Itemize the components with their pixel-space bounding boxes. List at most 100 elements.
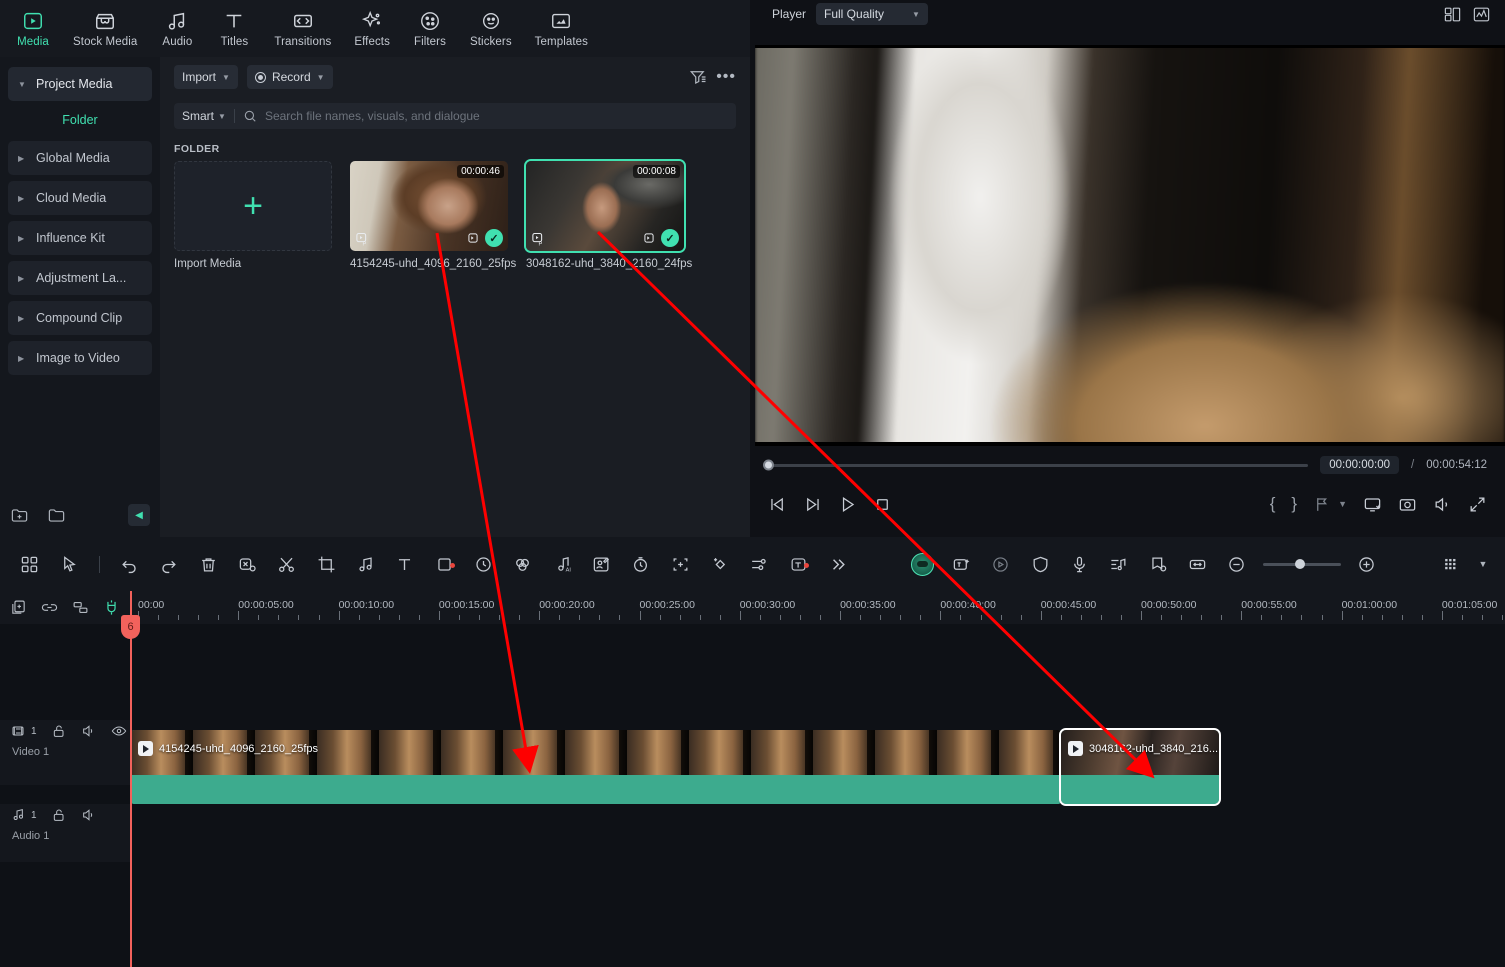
ai-text-button[interactable] [779, 555, 818, 574]
collapse-sidebar-button[interactable]: ◀ [128, 504, 150, 526]
freeze-frame-button[interactable] [621, 555, 660, 574]
tab-transitions[interactable]: Transitions [272, 10, 333, 48]
search-input[interactable] [264, 109, 728, 123]
stabilize-button[interactable] [1020, 555, 1059, 574]
magnet-snap-icon[interactable] [103, 599, 120, 616]
zoom-slider-handle[interactable] [1294, 559, 1305, 569]
record-button[interactable]: Record ▼ [246, 65, 333, 89]
more-tools-button[interactable] [818, 555, 857, 574]
play-icon[interactable] [838, 495, 857, 514]
timeline-zoom-slider[interactable] [1262, 559, 1342, 569]
ai-video-button[interactable] [942, 555, 981, 574]
timeline-clip-1[interactable]: 3048162-uhd_3840_216... [1059, 728, 1221, 806]
eye-visibility-icon[interactable] [111, 723, 127, 739]
render-preview-icon[interactable] [1363, 495, 1382, 514]
chevron-down-icon[interactable]: ▼ [1338, 499, 1347, 509]
tab-audio[interactable]: Audio [158, 10, 196, 48]
sidebar-item-influence-kit[interactable]: ▶ Influence Kit [8, 221, 152, 255]
speed-button[interactable] [464, 555, 503, 574]
unlock-icon[interactable] [51, 807, 67, 823]
sidebar-item-cloud-media[interactable]: ▶ Cloud Media [8, 181, 152, 215]
add-track-icon[interactable] [10, 599, 27, 616]
quality-dropdown[interactable]: Full Quality ▼ [816, 3, 928, 25]
speaker-icon[interactable] [81, 723, 97, 739]
track-settings-dropdown[interactable]: ▼ [1471, 559, 1495, 569]
group-clips-icon[interactable] [72, 599, 89, 616]
speaker-icon[interactable] [81, 807, 97, 823]
smart-filter-dropdown[interactable]: Smart ▼ [182, 109, 226, 123]
select-tool-button[interactable] [49, 555, 88, 574]
tab-effects[interactable]: Effects [352, 10, 392, 48]
timeline-layout-button[interactable] [10, 555, 49, 574]
audio-mixer-button[interactable] [1099, 555, 1138, 574]
voice-record-button[interactable] [1060, 555, 1099, 574]
media-thumbnail[interactable]: 00:00:46 P ✓ [350, 161, 508, 251]
add-marker-icon[interactable] [1313, 495, 1332, 514]
zoom-in-button[interactable] [1347, 555, 1386, 574]
fullscreen-icon[interactable] [1468, 495, 1487, 514]
sidebar-item-folder[interactable]: Folder [8, 107, 152, 133]
adjust-button[interactable] [739, 555, 778, 574]
media-item-import[interactable]: + Import Media [174, 161, 332, 270]
import-button[interactable]: Import ▼ [174, 65, 238, 89]
zoom-out-button[interactable] [1217, 555, 1256, 574]
unlock-icon[interactable] [51, 723, 67, 739]
tab-titles[interactable]: Titles [215, 10, 253, 48]
current-timecode[interactable]: 00:00:00:00 [1320, 456, 1400, 474]
stop-icon[interactable] [873, 495, 892, 514]
delete-button[interactable] [188, 555, 227, 574]
sidebar-item-compound-clip[interactable]: ▶ Compound Clip [8, 301, 152, 335]
sidebar-item-project-media[interactable]: ▼ Project Media [8, 67, 152, 101]
sidebar-item-global-media[interactable]: ▶ Global Media [8, 141, 152, 175]
tab-filters[interactable]: Filters [411, 10, 449, 48]
ai-assistant-button[interactable] [902, 552, 941, 576]
auto-reframe-button[interactable] [660, 555, 699, 574]
media-item-1[interactable]: 00:00:08 P ✓ 3048162-uhd_3840_2160_24fps [524, 159, 692, 270]
video-preview[interactable] [755, 45, 1505, 446]
folder-options-icon[interactable] [47, 506, 66, 525]
seek-handle[interactable] [763, 459, 774, 471]
filter-sort-icon[interactable] [689, 68, 707, 86]
sidebar-item-adjustment-layer[interactable]: ▶ Adjustment La... [8, 261, 152, 295]
track-settings-button[interactable] [1432, 555, 1471, 574]
layout-grid-icon[interactable] [1443, 5, 1462, 24]
seek-bar[interactable] [763, 459, 1309, 471]
media-thumbnail[interactable]: 00:00:08 P ✓ [524, 159, 686, 253]
playback-preview-button[interactable] [981, 555, 1020, 574]
volume-icon[interactable] [1433, 495, 1452, 514]
fit-timeline-button[interactable] [1178, 555, 1217, 574]
new-folder-icon[interactable] [10, 506, 29, 525]
snapshot-icon[interactable] [1398, 495, 1417, 514]
audio-detach-button[interactable] [346, 555, 385, 574]
tab-stock-media[interactable]: Stock Media [71, 10, 139, 48]
marker-list-button[interactable] [1139, 555, 1178, 574]
crop-button[interactable] [306, 555, 345, 574]
redo-button[interactable] [149, 555, 188, 574]
playhead-handle[interactable]: 6 [121, 615, 140, 639]
timeline-playhead[interactable]: 6 [121, 591, 140, 967]
tab-media[interactable]: Media [14, 10, 52, 48]
mark-out-button[interactable]: } [1291, 494, 1297, 514]
media-item-0[interactable]: 00:00:46 P ✓ 4154245-uhd_4096_2160_25fps [350, 161, 516, 270]
timeline-ruler[interactable]: 00:00 00:00:05:00 00:00:10:00 00:00:15:00 00… [131, 591, 1505, 624]
sidebar-item-image-to-video[interactable]: ▶ Image to Video [8, 341, 152, 375]
mark-in-button[interactable]: { [1270, 494, 1276, 514]
smart-cutout-button[interactable] [582, 555, 621, 574]
tab-stickers[interactable]: Stickers [468, 10, 514, 48]
import-media-dropzone[interactable]: + [174, 161, 332, 251]
color-match-button[interactable] [503, 555, 542, 574]
tab-templates[interactable]: Templates [533, 10, 590, 48]
next-frame-icon[interactable] [803, 495, 822, 514]
mask-button[interactable] [424, 555, 463, 574]
remove-gap-button[interactable] [228, 555, 267, 574]
scopes-icon[interactable] [1472, 5, 1491, 24]
link-clips-icon[interactable] [41, 599, 58, 616]
undo-button[interactable] [110, 555, 149, 574]
previous-frame-icon[interactable] [768, 495, 787, 514]
add-text-button[interactable] [385, 555, 424, 574]
timeline-clip-0[interactable]: 4154245-uhd_4096_2160_25fps [131, 730, 1061, 804]
keyframe-button[interactable] [700, 555, 739, 574]
split-button[interactable] [267, 555, 306, 574]
more-options-icon[interactable]: ••• [716, 69, 736, 85]
ai-audio-button[interactable]: AI [542, 555, 581, 574]
